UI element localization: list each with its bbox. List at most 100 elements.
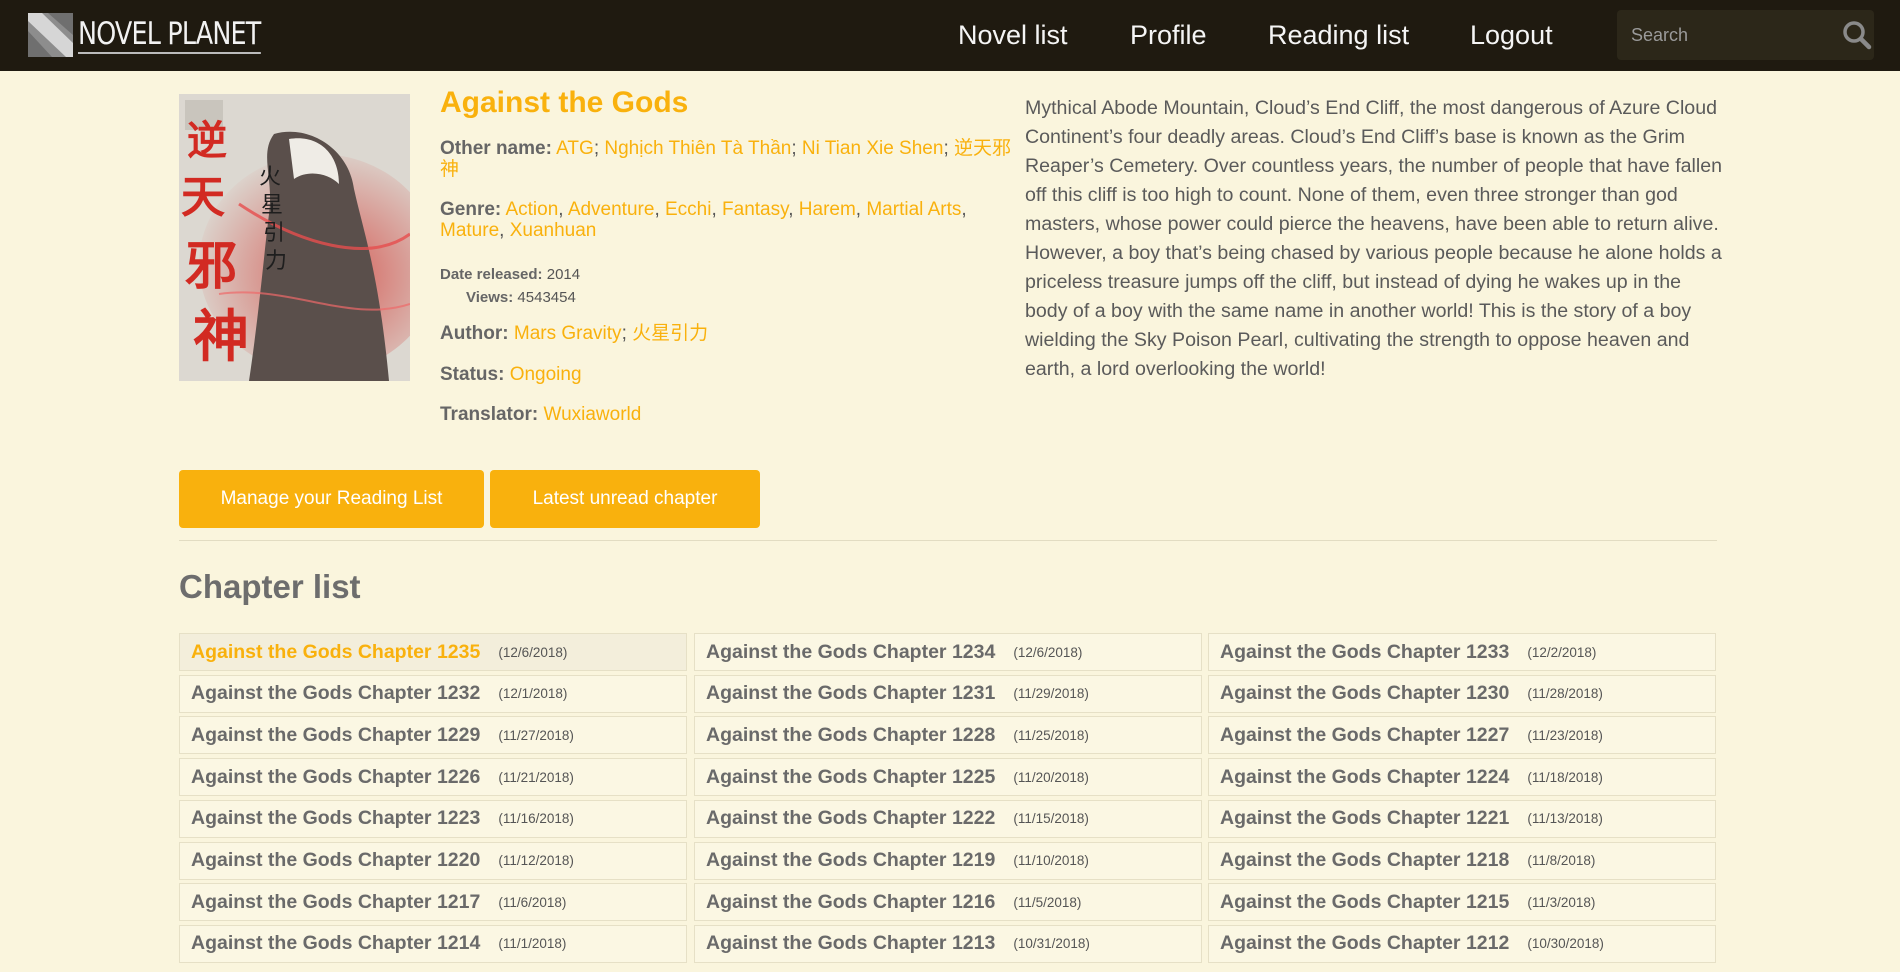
other-names: Other name: ATG; Nghịch Thiên Tà Thần; N… (440, 138, 1012, 180)
chapter-item[interactable]: Against the Gods Chapter 1216 (11/5/2018) (694, 883, 1202, 922)
chapter-title-link[interactable]: Against the Gods Chapter 1224 (1220, 766, 1509, 789)
chapter-title-link[interactable]: Against the Gods Chapter 1215 (1220, 891, 1509, 914)
chapter-date: (12/2/2018) (1527, 644, 1597, 660)
chapter-title-link[interactable]: Against the Gods Chapter 1217 (191, 891, 480, 914)
chapter-item[interactable]: Against the Gods Chapter 1214 (11/1/2018) (179, 924, 687, 963)
chapter-date: (11/28/2018) (1527, 686, 1603, 702)
chapter-title-link[interactable]: Against the Gods Chapter 1226 (191, 766, 480, 789)
chapter-item[interactable]: Against the Gods Chapter 1217 (11/6/2018) (179, 883, 687, 922)
chapter-date: (11/21/2018) (498, 769, 574, 785)
chapter-item[interactable]: Against the Gods Chapter 1227 (11/23/2018… (1208, 716, 1716, 755)
chapter-item[interactable]: Against the Gods Chapter 1222 (11/15/2018… (694, 799, 1202, 838)
chapter-title-link[interactable]: Against the Gods Chapter 1225 (706, 766, 995, 789)
chapter-title-link[interactable]: Against the Gods Chapter 1212 (1220, 932, 1509, 955)
nav-novel-list[interactable]: Novel list (958, 0, 1068, 71)
chapter-item[interactable]: Against the Gods Chapter 1231 (11/29/2018… (694, 674, 1202, 713)
chapter-date: (11/13/2018) (1527, 811, 1603, 827)
chapter-item[interactable]: Against the Gods Chapter 1215 (11/3/2018) (1208, 883, 1716, 922)
nav-profile[interactable]: Profile (1130, 0, 1207, 71)
chapter-list-title: Chapter list (179, 568, 361, 605)
chapter-item[interactable]: Against the Gods Chapter 1226 (11/21/2018… (179, 758, 687, 797)
chapter-item[interactable]: Against the Gods Chapter 1223 (11/16/2018… (179, 799, 687, 838)
status: Status: Ongoing (440, 364, 582, 385)
other-name-link[interactable]: Nghịch Thiên Tà Thần (604, 138, 791, 159)
chapter-title-link[interactable]: Against the Gods Chapter 1235 (191, 641, 480, 664)
author-link[interactable]: Mars Gravity (514, 323, 622, 344)
chapter-title-link[interactable]: Against the Gods Chapter 1232 (191, 682, 480, 705)
chapter-title-link[interactable]: Against the Gods Chapter 1231 (706, 682, 995, 705)
chapter-item[interactable]: Against the Gods Chapter 1221 (11/13/2018… (1208, 799, 1716, 838)
nav-logout[interactable]: Logout (1470, 0, 1553, 71)
chapter-title-link[interactable]: Against the Gods Chapter 1214 (191, 932, 480, 955)
manage-reading-list-button[interactable]: Manage your Reading List (179, 470, 484, 528)
svg-text:神: 神 (193, 304, 249, 370)
status-link[interactable]: Ongoing (510, 364, 582, 385)
svg-text:火: 火 (259, 165, 281, 190)
other-name-link[interactable]: ATG (556, 138, 594, 159)
chapter-title-link[interactable]: Against the Gods Chapter 1220 (191, 849, 480, 872)
chapter-date: (10/31/2018) (1013, 936, 1090, 952)
chapter-title-link[interactable]: Against the Gods Chapter 1216 (706, 891, 995, 914)
chapter-title-link[interactable]: Against the Gods Chapter 1218 (1220, 849, 1509, 872)
chapter-item[interactable]: Against the Gods Chapter 1228 (11/25/2018… (694, 716, 1202, 755)
chapter-title-link[interactable]: Against the Gods Chapter 1223 (191, 807, 480, 830)
logo-text: NOVEL PLANET (78, 16, 261, 54)
chapter-item[interactable]: Against the Gods Chapter 1230 (11/28/2018… (1208, 674, 1716, 713)
chapter-date: (12/6/2018) (1013, 644, 1083, 660)
chapter-item[interactable]: Against the Gods Chapter 1218 (11/8/2018) (1208, 841, 1716, 880)
chapter-item[interactable]: Against the Gods Chapter 1225 (11/20/2018… (694, 758, 1202, 797)
svg-text:星: 星 (261, 193, 283, 218)
chapter-date: (12/6/2018) (498, 644, 568, 660)
novel-title: Against the Gods (440, 86, 689, 119)
chapter-title-link[interactable]: Against the Gods Chapter 1229 (191, 724, 480, 747)
chapter-title-link[interactable]: Against the Gods Chapter 1227 (1220, 724, 1509, 747)
chapter-item[interactable]: Against the Gods Chapter 1213 (10/31/2018… (694, 924, 1202, 963)
chapter-date: (11/27/2018) (498, 727, 574, 743)
chapter-title-link[interactable]: Against the Gods Chapter 1222 (706, 807, 995, 830)
genre-link[interactable]: Fantasy (722, 199, 788, 220)
genre-link[interactable]: Xuanhuan (510, 220, 597, 241)
genre-link[interactable]: Mature (440, 220, 499, 241)
svg-text:邪: 邪 (185, 236, 237, 297)
chapter-item[interactable]: Against the Gods Chapter 1220 (11/12/2018… (179, 841, 687, 880)
novel-cover-image: 逆 天 邪 神 火 星 引 力 (179, 94, 410, 381)
genre-link[interactable]: Ecchi (665, 199, 711, 220)
chapter-title-link[interactable]: Against the Gods Chapter 1230 (1220, 682, 1509, 705)
chapter-item[interactable]: Against the Gods Chapter 1235 (12/6/2018) (179, 633, 687, 671)
site-logo[interactable]: NOVEL PLANET (28, 12, 301, 58)
chapter-date: (11/18/2018) (1527, 769, 1603, 785)
chapter-title-link[interactable]: Against the Gods Chapter 1228 (706, 724, 995, 747)
chapter-title-link[interactable]: Against the Gods Chapter 1221 (1220, 807, 1509, 830)
date-released: Date released: 2014 (440, 266, 581, 283)
chapter-date: (11/1/2018) (498, 936, 567, 952)
author-link[interactable]: 火星引力 (632, 323, 708, 344)
chapter-item[interactable]: Against the Gods Chapter 1224 (11/18/2018… (1208, 758, 1716, 797)
top-navbar: NOVEL PLANET Novel list Profile Reading … (0, 0, 1900, 71)
chapter-title-link[interactable]: Against the Gods Chapter 1234 (706, 641, 995, 664)
chapter-title-link[interactable]: Against the Gods Chapter 1233 (1220, 641, 1509, 664)
svg-text:逆: 逆 (187, 117, 227, 164)
chapter-title-link[interactable]: Against the Gods Chapter 1213 (706, 932, 995, 955)
genre-link[interactable]: Harem (799, 199, 856, 220)
chapter-item[interactable]: Against the Gods Chapter 1229 (11/27/2018… (179, 716, 687, 755)
views: Views: 4543454 (466, 289, 576, 306)
chapter-item[interactable]: Against the Gods Chapter 1219 (11/10/2018… (694, 841, 1202, 880)
chapter-item[interactable]: Against the Gods Chapter 1234 (12/6/2018) (694, 633, 1202, 671)
chapter-date: (11/25/2018) (1013, 727, 1089, 743)
chapter-title-link[interactable]: Against the Gods Chapter 1219 (706, 849, 995, 872)
chapter-item[interactable]: Against the Gods Chapter 1232 (12/1/2018) (179, 674, 687, 713)
svg-text:天: 天 (181, 172, 225, 223)
latest-unread-chapter-button[interactable]: Latest unread chapter (490, 470, 760, 528)
search-icon[interactable] (1842, 20, 1872, 50)
other-name-link[interactable]: Ni Tian Xie Shen (802, 138, 944, 159)
chapter-item[interactable]: Against the Gods Chapter 1212 (10/30/2018… (1208, 924, 1716, 963)
search-input[interactable] (1631, 22, 1821, 48)
translator-link[interactable]: Wuxiaworld (543, 404, 641, 425)
nav-reading-list[interactable]: Reading list (1268, 0, 1409, 71)
genre-link[interactable]: Action (505, 199, 558, 220)
chapter-date: (11/15/2018) (1013, 811, 1089, 827)
genre-link[interactable]: Martial Arts (866, 199, 961, 220)
genre-link[interactable]: Adventure (568, 199, 655, 220)
chapter-item[interactable]: Against the Gods Chapter 1233 (12/2/2018) (1208, 633, 1716, 671)
svg-text:力: 力 (265, 249, 287, 274)
